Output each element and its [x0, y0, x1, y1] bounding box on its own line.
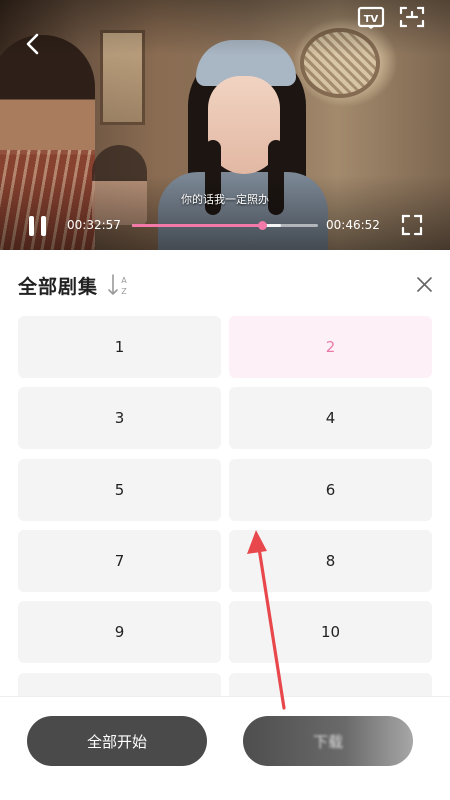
- episodes-header: 全部剧集 A Z: [0, 250, 450, 316]
- episode-item[interactable]: [18, 673, 221, 696]
- video-frame: [0, 0, 450, 250]
- scene-shade: [0, 0, 450, 250]
- svg-text:TV: TV: [364, 14, 379, 25]
- episode-item[interactable]: 3: [18, 387, 221, 449]
- bottom-action-bar: 全部开始 下载: [0, 696, 450, 800]
- close-icon[interactable]: [417, 277, 432, 292]
- video-subtitle: 你的话我一定照办: [181, 193, 269, 206]
- download-label: 下载: [312, 732, 343, 751]
- episode-item[interactable]: 5: [18, 459, 221, 521]
- total-time: 00:46:52: [326, 218, 380, 232]
- episode-item[interactable]: 8: [229, 530, 432, 592]
- current-time: 00:32:57: [67, 218, 121, 232]
- scan-icon[interactable]: [398, 4, 426, 30]
- progress-fill: [132, 224, 263, 227]
- back-icon[interactable]: [22, 30, 44, 58]
- episode-item[interactable]: 9: [18, 601, 221, 663]
- svg-text:Z: Z: [121, 287, 127, 296]
- episode-item-selected[interactable]: 2: [229, 316, 432, 378]
- download-button[interactable]: 下载: [243, 716, 413, 766]
- sort-az-icon[interactable]: A Z: [107, 272, 131, 298]
- episode-grid: 1 2 3 4 5 6 7 8 9 10: [18, 316, 432, 696]
- episode-item[interactable]: 7: [18, 530, 221, 592]
- svg-text:A: A: [121, 276, 127, 285]
- screen: TV 你的话我一定照办 00:32:57 00:46:52 全部剧集 A Z 1…: [0, 0, 450, 800]
- episode-item[interactable]: 6: [229, 459, 432, 521]
- video-player[interactable]: TV 你的话我一定照办 00:32:57 00:46:52: [0, 0, 450, 250]
- episode-item[interactable]: [229, 673, 432, 696]
- progress-bar[interactable]: [132, 221, 318, 230]
- episode-item[interactable]: 10: [229, 601, 432, 663]
- episode-item[interactable]: 1: [18, 316, 221, 378]
- start-all-button[interactable]: 全部开始: [27, 716, 207, 766]
- tv-cast-icon[interactable]: TV: [356, 4, 386, 30]
- pause-icon[interactable]: [26, 214, 50, 238]
- episode-item[interactable]: 4: [229, 387, 432, 449]
- panel-title: 全部剧集: [18, 276, 99, 298]
- start-all-label: 全部开始: [86, 732, 147, 751]
- fullscreen-icon[interactable]: [401, 214, 423, 236]
